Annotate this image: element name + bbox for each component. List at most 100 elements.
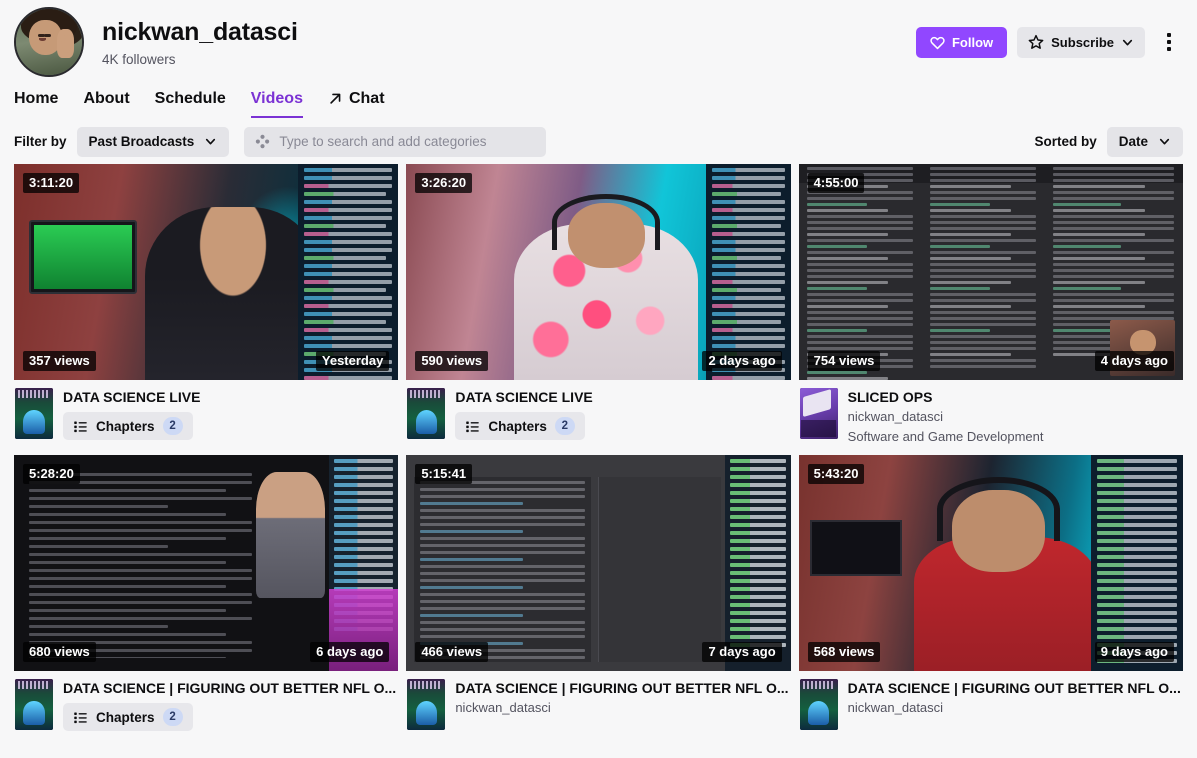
sort-dropdown[interactable]: Date [1106, 126, 1183, 157]
thumbnail-scene-icon [14, 455, 399, 671]
tab-home-label: Home [14, 89, 59, 107]
search-input[interactable] [279, 134, 536, 149]
subscribe-button[interactable]: Subscribe [1017, 26, 1145, 58]
video-thumbnail[interactable]: 5:43:20 568 views 9 days ago [798, 455, 1183, 671]
chapters-count-badge: 2 [162, 417, 183, 435]
subscribe-button-label: Subscribe [1051, 34, 1114, 50]
category-boxart[interactable] [15, 679, 53, 730]
channel-avatar-icon [16, 9, 82, 75]
video-title[interactable]: DATA SCIENCE | FIGURING OUT BETTER NFL O… [63, 679, 397, 697]
video-card: 5:28:20 680 views 6 days ago DATA SCIENC… [14, 455, 399, 731]
video-title[interactable]: DATA SCIENCE | FIGURING OUT BETTER NFL O… [455, 679, 789, 697]
tab-videos[interactable]: Videos [250, 89, 304, 118]
video-meta: DATA SCIENCE LIVE Chapters 2 [406, 380, 790, 440]
thumbnail-scene-icon [14, 164, 399, 380]
kebab-dot [1167, 40, 1171, 44]
thumbnail-scene-icon [406, 164, 791, 380]
video-title[interactable]: DATA SCIENCE | FIGURING OUT BETTER NFL O… [848, 679, 1182, 697]
chapters-button[interactable]: Chapters 2 [63, 412, 193, 440]
tab-about[interactable]: About [83, 89, 129, 118]
video-thumbnail[interactable]: 5:15:41 466 views 7 days ago [406, 455, 791, 671]
video-channel-name[interactable]: nickwan_datasci [848, 699, 1182, 717]
video-thumbnail[interactable]: 3:26:20 590 views 2 days ago [406, 164, 791, 380]
video-thumbnail[interactable]: 3:11:20 357 views Yesterday [14, 164, 399, 380]
tab-schedule-label: Schedule [154, 89, 226, 107]
channel-videos-page: nickwan_datasci 4K followers Follow Subs… [0, 0, 1197, 758]
video-channel-name[interactable]: nickwan_datasci [848, 408, 1182, 426]
tab-about-label: About [83, 89, 130, 107]
video-duration: 3:11:20 [23, 173, 80, 193]
page-title: nickwan_datasci [102, 17, 298, 46]
video-age: Yesterday [315, 351, 390, 371]
chapters-label: Chapters [96, 418, 155, 434]
video-meta: DATA SCIENCE | FIGURING OUT BETTER NFL O… [14, 671, 398, 731]
video-age: 7 days ago [702, 642, 782, 662]
category-icon [255, 134, 270, 149]
chapters-button[interactable]: Chapters 2 [63, 703, 193, 731]
external-link-icon [328, 91, 343, 106]
video-thumbnail[interactable]: 5:28:20 680 views 6 days ago [14, 455, 399, 671]
video-title[interactable]: DATA SCIENCE LIVE [63, 388, 397, 406]
star-icon [1028, 34, 1044, 50]
category-search-box[interactable] [244, 126, 547, 157]
video-card: 5:43:20 568 views 9 days ago DATA SCIENC… [798, 455, 1183, 731]
category-boxart[interactable] [15, 388, 53, 439]
channel-identity: nickwan_datasci 4K followers [102, 17, 916, 68]
thumbnail-scene-icon [798, 164, 1183, 380]
kebab-dot [1167, 47, 1171, 51]
video-meta: DATA SCIENCE LIVE Chapters 2 [14, 380, 398, 440]
video-duration: 5:43:20 [807, 464, 865, 484]
video-views: 680 views [23, 642, 96, 662]
filter-bar: Filter by Past Broadcasts Sorted b [0, 118, 1197, 160]
video-age: 2 days ago [702, 351, 782, 371]
chapters-label: Chapters [488, 418, 547, 434]
tab-schedule[interactable]: Schedule [155, 89, 226, 118]
video-grid: 3:11:20 357 views Yesterday DATA SCIENCE… [0, 164, 1197, 731]
follow-button-label: Follow [951, 34, 994, 50]
filter-by-label: Filter by [14, 134, 67, 149]
filter-type-dropdown[interactable]: Past Broadcasts [76, 126, 230, 157]
thumbnail-scene-icon [798, 455, 1183, 671]
video-age: 4 days ago [1094, 351, 1174, 371]
more-options-button[interactable] [1155, 28, 1183, 56]
video-duration: 5:15:41 [415, 464, 473, 484]
category-boxart[interactable] [407, 388, 446, 439]
video-age: 6 days ago [310, 642, 390, 662]
chevron-down-icon [204, 135, 217, 148]
tab-chat[interactable]: Chat [328, 89, 385, 118]
sort-value: Date [1118, 134, 1148, 149]
video-duration: 3:26:20 [415, 173, 473, 193]
video-views: 590 views [415, 351, 489, 371]
video-channel-name[interactable]: nickwan_datasci [455, 699, 789, 717]
header-actions: Follow Subscribe [915, 26, 1183, 58]
tab-home[interactable]: Home [14, 89, 58, 118]
video-title[interactable]: DATA SCIENCE LIVE [455, 388, 789, 406]
channel-header: nickwan_datasci 4K followers Follow Subs… [0, 0, 1197, 77]
chevron-down-icon [1158, 135, 1171, 148]
follow-button[interactable]: Follow [915, 26, 1008, 58]
video-meta: DATA SCIENCE | FIGURING OUT BETTER NFL O… [406, 671, 790, 730]
follower-count: 4K followers [102, 51, 176, 67]
chapters-label: Chapters [96, 709, 155, 725]
category-boxart[interactable] [799, 388, 838, 439]
video-duration: 5:28:20 [23, 464, 80, 484]
video-card: 5:15:41 466 views 7 days ago DATA SCIENC… [406, 455, 791, 731]
video-age: 9 days ago [1094, 642, 1174, 662]
channel-nav: Home About Schedule Videos Chat [0, 76, 1197, 118]
video-category[interactable]: Software and Game Development [848, 428, 1182, 446]
heart-icon [930, 35, 945, 50]
tab-videos-label: Videos [250, 89, 303, 107]
kebab-dot [1167, 33, 1171, 37]
sort-controls: Sorted by Date [1034, 126, 1183, 157]
video-thumbnail[interactable]: 4:55:00 754 views 4 days ago [798, 164, 1183, 380]
category-boxart[interactable] [407, 679, 446, 730]
filter-type-value: Past Broadcasts [88, 134, 195, 149]
avatar[interactable] [14, 7, 84, 77]
category-boxart[interactable] [799, 679, 838, 730]
list-icon [73, 419, 88, 434]
chapters-count-badge: 2 [554, 417, 575, 435]
chapters-button[interactable]: Chapters 2 [455, 412, 585, 440]
tab-chat-label: Chat [348, 89, 385, 107]
video-title[interactable]: SLICED OPS [848, 388, 1182, 406]
video-views: 466 views [415, 642, 489, 662]
